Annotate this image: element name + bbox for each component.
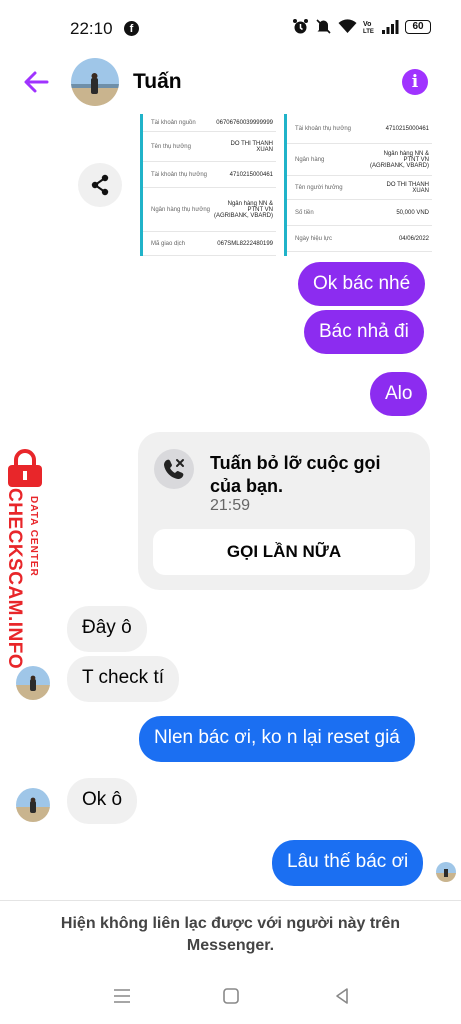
checkscam-watermark: CHECKSCAM.INFO DATA CENTER xyxy=(0,448,60,678)
receipt-label: Tài khoản thụ hưởng xyxy=(295,125,351,132)
receipt-value: DO THI THANH XUAN xyxy=(386,181,429,194)
contact-name[interactable]: Tuấn xyxy=(133,70,182,94)
message-bubble-outgoing[interactable]: Ok bác nhé xyxy=(298,262,426,306)
message-bubble-incoming[interactable]: T check tí xyxy=(67,656,180,702)
footer-divider xyxy=(0,900,461,901)
receipt-row: Ngày hiệu lực 04/06/2022 xyxy=(287,226,432,252)
receipt-label: Tên người hưởng xyxy=(295,184,343,191)
missed-call-card: Tuấn bỏ lỡ cuộc gọi của bạn. 21:59 GỌI L… xyxy=(138,432,430,590)
contact-avatar-small xyxy=(16,788,50,822)
receipt-row: Tên người hưởng DO THI THANH XUAN xyxy=(287,176,432,200)
contact-avatar[interactable] xyxy=(71,58,119,106)
receipt-value: 04/06/2022 xyxy=(398,235,429,242)
receipt-row: Tên thụ hưởng DO THI THANH XUAN xyxy=(143,132,276,162)
back-arrow-icon[interactable] xyxy=(20,66,52,98)
message-bubble-incoming[interactable]: Ok ô xyxy=(67,778,138,824)
receipt-column-left: Tài khoản nguồn 06706760039999999 Tên thụ… xyxy=(140,114,276,256)
facebook-icon: f xyxy=(124,21,139,36)
svg-text:LTE: LTE xyxy=(363,29,374,34)
receipt-value: Ngân hàng NN & PTNT VN (AGRIBANK, VBARD) xyxy=(369,150,429,169)
watermark-tag: DATA CENTER xyxy=(28,496,39,577)
receipt-row: Tài khoản thụ hưởng 4710215000461 xyxy=(143,162,276,188)
chat-header: Tuấn i xyxy=(0,52,461,114)
receipt-row: Số tiền 50,000 VND xyxy=(287,200,432,226)
receipt-value: 06706760039999999 xyxy=(216,119,273,126)
mute-icon xyxy=(316,19,331,34)
share-icon xyxy=(91,174,109,196)
watermark-brand: CHECKSCAM.INFO xyxy=(4,488,25,670)
receipt-value: 4710215000461 xyxy=(385,125,429,132)
transfer-receipt-image[interactable]: Tài khoản nguồn 06706760039999999 Tên thụ… xyxy=(136,114,432,256)
receipt-row: Mã giao dịch 067SML8222480199 xyxy=(143,232,276,256)
contact-avatar-small xyxy=(16,666,50,700)
message-bubble-outgoing[interactable]: Alo xyxy=(370,372,428,416)
lock-icon xyxy=(8,449,42,487)
unavailable-note: Hiện không liên lạc được với người này t… xyxy=(60,915,401,954)
status-bar: 22:10 f Vo LTE 60 xyxy=(0,0,461,52)
seen-avatar xyxy=(436,862,456,882)
volte-icon: VoLTE xyxy=(363,21,374,34)
receipt-label: Tài khoản nguồn xyxy=(151,119,196,126)
receipt-label: Ngày hiệu lực xyxy=(295,235,333,242)
receipt-label: Mã giao dịch xyxy=(151,240,186,247)
receipt-value: 4710215000461 xyxy=(229,171,273,178)
missed-call-icon xyxy=(154,449,194,489)
receipt-column-right: Tài khoản thụ hưởng 4710215000461 Ngân hà… xyxy=(284,114,432,256)
back-icon[interactable] xyxy=(330,984,354,1008)
receipt-row: Ngân hàng Ngân hàng NN & PTNT VN (AGRIBAN… xyxy=(287,144,432,176)
alarm-icon xyxy=(293,19,308,34)
message-bubble-outgoing[interactable]: Nlen bác ơi, ko n lại reset giá xyxy=(139,716,415,762)
receipt-row: Tài khoản nguồn 06706760039999999 xyxy=(143,114,276,132)
receipt-value: Ngân hàng NN & PTNT VN (AGRIBANK, VBARD) xyxy=(213,200,273,219)
signal-icon xyxy=(382,19,399,34)
share-button[interactable] xyxy=(78,163,122,207)
receipt-label: Tài khoản thụ hưởng xyxy=(151,171,207,178)
svg-text:Vo: Vo xyxy=(363,21,371,28)
home-icon[interactable] xyxy=(219,984,243,1008)
receipt-value: 50,000 VND xyxy=(396,209,429,216)
receipt-row: Ngân hàng thụ hưởng Ngân hàng NN & PTNT V… xyxy=(143,188,276,232)
receipt-label: Số tiền xyxy=(295,209,314,216)
receipt-row: Tài khoản thụ hưởng 4710215000461 xyxy=(287,114,432,144)
info-button[interactable]: i xyxy=(402,69,428,95)
system-nav-bar xyxy=(0,970,461,1024)
status-time: 22:10 xyxy=(70,19,113,38)
call-again-button[interactable]: GỌI LẦN NỮA xyxy=(153,529,415,575)
receipt-label: Ngân hàng xyxy=(295,156,325,163)
missed-call-time: 21:59 xyxy=(210,497,251,514)
message-bubble-incoming[interactable]: Đây ô xyxy=(67,606,147,652)
receipt-value: DO THI THANH XUAN xyxy=(230,140,273,153)
missed-call-title: Tuấn bỏ lỡ cuộc gọi của bạn. xyxy=(210,453,381,496)
message-bubble-outgoing[interactable]: Lâu thế bác ơi xyxy=(272,840,424,886)
receipt-value: 067SML8222480199 xyxy=(217,240,273,247)
status-icons: Vo LTE 60 xyxy=(292,18,431,35)
message-bubble-outgoing[interactable]: Bác nhả đi xyxy=(304,310,424,354)
receipt-label: Ngân hàng thụ hưởng xyxy=(151,206,210,213)
receipt-label: Tên thụ hưởng xyxy=(151,143,191,150)
battery-icon: 60 xyxy=(405,19,431,34)
wifi-icon xyxy=(338,19,357,33)
menu-icon[interactable] xyxy=(110,984,134,1008)
